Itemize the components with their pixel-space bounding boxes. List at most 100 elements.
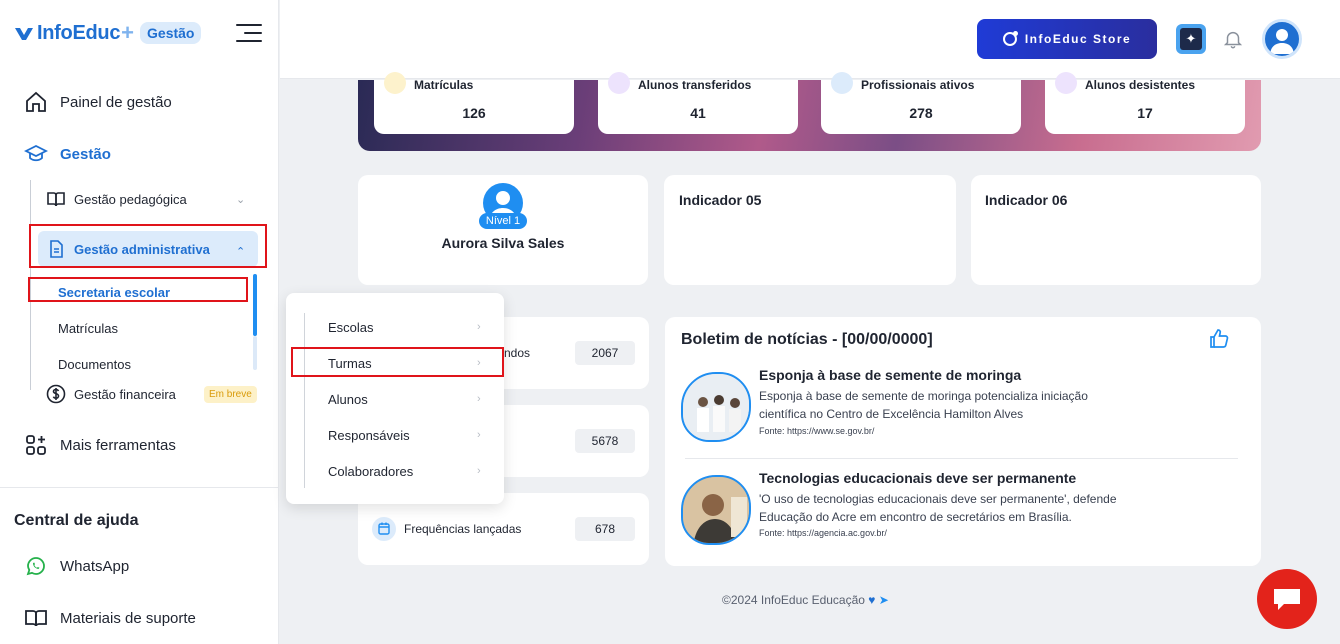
- news-headline[interactable]: Esponja à base de semente de moringa: [759, 367, 1021, 383]
- chevron-down-icon[interactable]: ⌄: [236, 193, 245, 206]
- indicator-title: Indicador 06: [985, 192, 1068, 208]
- dollar-icon: [46, 384, 66, 404]
- submenu-scrollbar[interactable]: [253, 274, 257, 336]
- stat-value: 126: [462, 105, 486, 121]
- user-avatar[interactable]: [1262, 19, 1302, 59]
- staff-icon: [831, 72, 853, 94]
- sidebar-item-label: Materiais de suporte: [60, 609, 196, 627]
- sidebar-item-mais-ferramentas[interactable]: Mais ferramentas: [24, 433, 176, 457]
- counter-label: ndos: [504, 346, 531, 360]
- store-button-label: InfoEduc Store: [1024, 32, 1132, 46]
- stat-card-transferidos: Alunos transferidos 41: [598, 72, 798, 134]
- counter-value: 5678: [575, 429, 635, 453]
- stat-label: Matrículas: [414, 78, 474, 92]
- sidebar-item-label: Gestão financeira: [74, 386, 176, 402]
- gestao-flyout-menu: Escolas › Turmas › Alunos › Responsáveis…: [286, 293, 504, 504]
- whatsapp-icon: [26, 557, 45, 576]
- bell-icon[interactable]: [1222, 28, 1244, 50]
- graduation-cap-icon: [24, 144, 48, 162]
- news-title: Boletim de notícias - [00/00/0000]: [681, 331, 933, 348]
- store-button[interactable]: InfoEduc Store: [977, 19, 1157, 59]
- news-image[interactable]: [681, 475, 751, 545]
- menu-item-colaboradores[interactable]: Colaboradores: [328, 464, 413, 479]
- indicator-title: Indicador 05: [679, 192, 762, 208]
- stat-value: 41: [690, 105, 706, 121]
- stat-value: 17: [1137, 105, 1153, 121]
- submenu-item-matriculas[interactable]: Matrículas: [58, 321, 118, 336]
- menu-toggle-icon[interactable]: [236, 22, 262, 44]
- heart-icon: ♥: [868, 593, 876, 607]
- stat-label: Alunos transferidos: [638, 78, 752, 92]
- sidebar-item-label: WhatsApp: [60, 557, 130, 575]
- footer: ©2024 InfoEduc Educação ♥ ➤: [722, 593, 889, 607]
- apps-plus-icon: [26, 435, 46, 455]
- news-card: Boletim de notícias - [00/00/0000] Espon…: [665, 317, 1261, 566]
- help-section-title: Central de ajuda: [14, 512, 139, 529]
- counter-value: 678: [575, 517, 635, 541]
- submenu-scroll-track: [253, 336, 257, 370]
- menu-guide-line: [304, 313, 305, 488]
- sparkle-icon: ✦: [1180, 28, 1202, 50]
- help-item-materiais[interactable]: Materiais de suporte: [24, 606, 196, 630]
- chat-button[interactable]: [1257, 569, 1317, 629]
- news-image[interactable]: [681, 372, 751, 442]
- brand-badge: Gestão: [140, 22, 202, 44]
- submenu-item-documentos[interactable]: Documentos: [58, 357, 131, 372]
- thumbs-up-icon[interactable]: [1207, 327, 1231, 351]
- menu-item-responsaveis[interactable]: Responsáveis: [328, 428, 410, 443]
- brand-logo[interactable]: InfoEduc + Gestão: [14, 20, 202, 46]
- news-source[interactable]: Fonte: https://www.se.gov.br/: [759, 426, 874, 436]
- rocket-icon: ➤: [878, 593, 889, 607]
- indicator-card: Indicador 05: [664, 175, 956, 285]
- chevron-right-icon: ›: [477, 465, 481, 477]
- level-badge: Nível 1: [479, 213, 527, 229]
- news-headline[interactable]: Tecnologias educacionais deve ser perman…: [759, 470, 1076, 486]
- help-item-whatsapp[interactable]: WhatsApp: [24, 554, 129, 578]
- menu-item-alunos[interactable]: Alunos: [328, 392, 368, 407]
- logo-icon: [15, 28, 33, 40]
- stat-card-desistentes: Alunos desistentes 17: [1045, 72, 1245, 134]
- home-icon: [26, 91, 46, 112]
- profile-name: Aurora Silva Sales: [441, 235, 565, 251]
- brand-name: InfoEduc: [37, 21, 121, 44]
- chevron-right-icon: ›: [477, 393, 481, 405]
- sidebar-item-label: Painel de gestão: [60, 93, 172, 111]
- coming-soon-badge: Em breve: [204, 386, 257, 403]
- counter-label: Frequências lançadas: [404, 522, 522, 536]
- stat-value: 278: [909, 105, 933, 121]
- news-photo: [683, 477, 749, 543]
- sidebar: InfoEduc + Gestão Painel de gestão Gestã…: [0, 0, 279, 644]
- info-icon: [1055, 72, 1077, 94]
- user-icon: [1270, 29, 1294, 54]
- profile-card: Nível 1 Aurora Silva Sales: [358, 175, 648, 285]
- stat-label: Profissionais ativos: [861, 78, 975, 92]
- transfer-icon: [608, 72, 630, 94]
- news-photo: [683, 374, 749, 440]
- news-source[interactable]: Fonte: https://agencia.ac.gov.br/: [759, 528, 887, 538]
- highlight-box: [29, 224, 267, 268]
- sidebar-item-gestao[interactable]: Gestão: [24, 142, 111, 166]
- highlight-box: [291, 347, 504, 377]
- store-icon: [1002, 31, 1018, 46]
- stat-card-profissionais: Profissionais ativos 278: [821, 72, 1021, 134]
- sidebar-item-painel[interactable]: Painel de gestão: [24, 90, 172, 114]
- highlight-box: [28, 277, 248, 302]
- sidebar-item-gestao-financeira[interactable]: Gestão financeira: [46, 384, 176, 404]
- sidebar-item-label: Mais ferramentas: [60, 436, 176, 454]
- counter-value: 2067: [575, 341, 635, 365]
- chevron-right-icon: ›: [477, 321, 481, 333]
- footer-text: ©2024 InfoEduc Educação: [722, 593, 865, 607]
- calendar-icon: [372, 517, 396, 541]
- chat-icon: [1274, 589, 1300, 610]
- menu-item-escolas[interactable]: Escolas: [328, 320, 374, 335]
- sidebar-item-gestao-pedagogica[interactable]: Gestão pedagógica: [46, 189, 187, 209]
- news-divider: [685, 458, 1238, 459]
- divider: [0, 487, 279, 488]
- brand-plus-icon: +: [121, 20, 135, 45]
- stat-card-matriculas: Matrículas 126: [374, 72, 574, 134]
- sidebar-item-label: Gestão pedagógica: [74, 191, 187, 207]
- news-description: 'O uso de tecnologias educacionais deve …: [759, 492, 1117, 524]
- ai-assistant-button[interactable]: ✦: [1176, 24, 1206, 54]
- news-description: Esponja à base de semente de moringa pot…: [759, 389, 1088, 421]
- stat-label: Alunos desistentes: [1085, 78, 1196, 92]
